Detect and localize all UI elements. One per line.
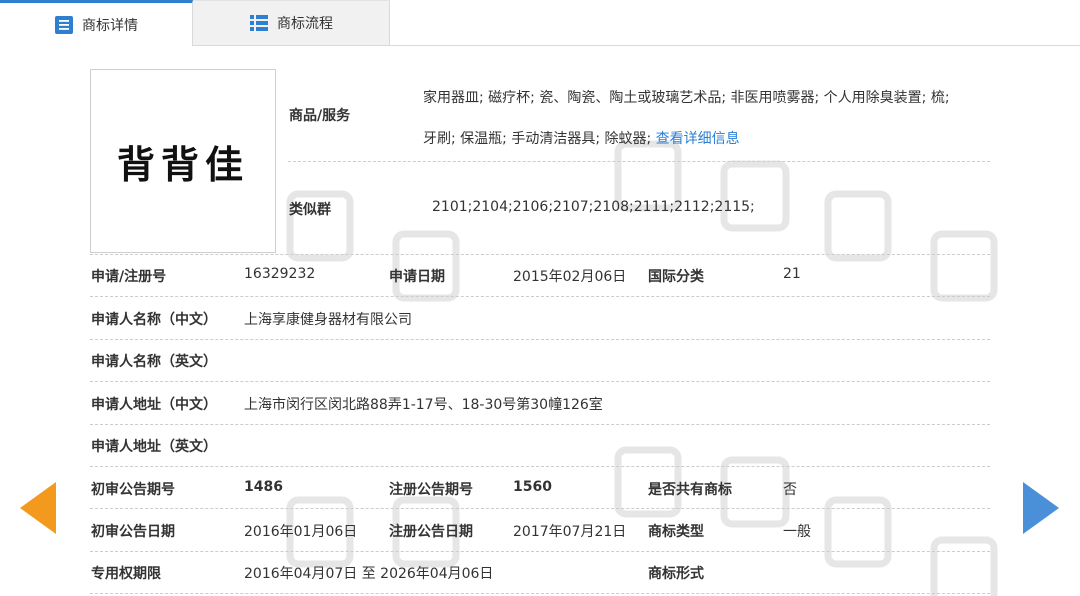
view-details-link[interactable]: 查看详细信息 xyxy=(656,131,740,147)
address-cn-value: 上海市闵行区闵北路88弄1-17号、18-30号第30幢126室 xyxy=(244,397,603,413)
goods-list: 家用器皿; 磁疗杯; 瓷、陶瓷、陶土或玻璃艺术品; 非医用喷雾器; 个人用除臭装… xyxy=(423,78,993,160)
reg-pub-no-label: 注册公告期号 xyxy=(389,482,473,498)
divider xyxy=(90,508,990,509)
reg-pub-date-value: 2017年07月21日 xyxy=(513,524,627,540)
prelim-pub-no-label: 初审公告期号 xyxy=(91,482,175,498)
shared-trademark-label: 是否共有商标 xyxy=(648,482,732,498)
divider xyxy=(90,593,990,594)
tab-trademark-process[interactable]: 商标流程 xyxy=(193,0,390,45)
shared-trademark-value: 否 xyxy=(783,482,797,498)
divider xyxy=(288,161,990,162)
applicant-en-label: 申请人名称（英文） xyxy=(91,354,217,370)
reg-no-label: 申请/注册号 xyxy=(91,269,167,285)
exclusive-period-value: 2016年04月07日 至 2026年04月06日 xyxy=(244,566,494,582)
trademark-type-value: 一般 xyxy=(783,524,811,540)
divider xyxy=(90,424,990,425)
intl-class-label: 国际分类 xyxy=(648,269,704,285)
applicant-cn-label: 申请人名称（中文） xyxy=(91,312,217,328)
apply-date-value: 2015年02月06日 xyxy=(513,269,627,285)
reg-no-value: 16329232 xyxy=(244,266,316,282)
similar-group-value: 2101;2104;2106;2107;2108;2111;2112;2115; xyxy=(432,199,755,215)
similar-group-label: 类似群 xyxy=(289,202,331,218)
trademark-logo-image: 背背佳 xyxy=(90,69,276,253)
divider xyxy=(90,551,990,552)
divider xyxy=(90,339,990,340)
reg-pub-no-value: 1560 xyxy=(513,479,552,495)
grid-list-icon xyxy=(249,13,269,33)
apply-date-label: 申请日期 xyxy=(389,269,445,285)
prelim-pub-date-value: 2016年01月06日 xyxy=(244,524,358,540)
trademark-type-label: 商标类型 xyxy=(648,524,704,540)
reg-pub-date-label: 注册公告日期 xyxy=(389,524,473,540)
divider xyxy=(90,254,990,255)
tab-label: 商标详情 xyxy=(82,17,138,34)
tab-bar: 商标详情 商标流程 xyxy=(0,0,1080,46)
goods-line-2: 牙刷; 保温瓶; 手动清洁器具; 除蚊器; 查看详细信息 xyxy=(423,131,740,147)
prelim-pub-no-value: 1486 xyxy=(244,479,283,495)
prelim-pub-date-label: 初审公告日期 xyxy=(91,524,175,540)
goods-line-1: 家用器皿; 磁疗杯; 瓷、陶瓷、陶土或玻璃艺术品; 非医用喷雾器; 个人用除臭装… xyxy=(423,90,950,106)
goods-label: 商品/服务 xyxy=(289,108,351,124)
applicant-cn-value: 上海享康健身器材有限公司 xyxy=(244,312,412,328)
divider xyxy=(90,381,990,382)
address-cn-label: 申请人地址（中文） xyxy=(91,397,217,413)
arrow-left-icon[interactable] xyxy=(20,482,56,534)
address-en-label: 申请人地址（英文） xyxy=(91,439,217,455)
divider xyxy=(90,296,990,297)
divider xyxy=(90,466,990,467)
tab-label: 商标流程 xyxy=(277,16,333,32)
trademark-form-label: 商标形式 xyxy=(648,566,704,582)
tab-trademark-details[interactable]: 商标详情 xyxy=(0,0,193,46)
intl-class-value: 21 xyxy=(783,266,801,282)
arrow-right-icon[interactable] xyxy=(1023,482,1059,534)
exclusive-period-label: 专用权期限 xyxy=(91,566,161,582)
list-doc-icon xyxy=(54,15,74,35)
trademark-logo-text: 背背佳 xyxy=(116,141,249,187)
